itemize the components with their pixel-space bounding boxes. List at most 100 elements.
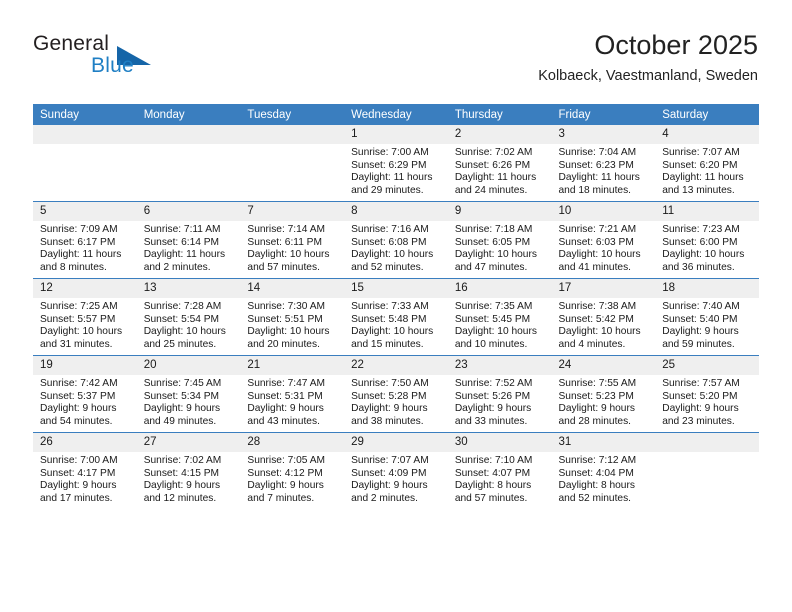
- cell-inner: 9 Sunrise: 7:18 AM Sunset: 6:05 PM Daylight…: [447, 202, 552, 278]
- day-details: Sunrise: 7:47 AM Sunset: 5:31 PM Daylight:…: [240, 375, 344, 428]
- day-details: Sunrise: 7:00 AM Sunset: 6:29 PM Daylight:…: [344, 144, 448, 197]
- calendar-cell-day[interactable]: 6 Sunrise: 7:11 AM Sunset: 6:14 PM Daylight…: [136, 201, 241, 279]
- sunset-text: Sunset: 6:00 PM: [662, 236, 738, 248]
- calendar-cell-day[interactable]: 8 Sunrise: 7:16 AM Sunset: 6:08 PM Daylight…: [344, 201, 448, 279]
- cell-inner: 26 Sunrise: 7:00 AM Sunset: 4:17 PM Dayligh…: [33, 433, 137, 509]
- cell-inner: 16 Sunrise: 7:35 AM Sunset: 5:45 PM Dayligh…: [447, 279, 552, 355]
- day-details: Sunrise: 7:55 AM Sunset: 5:23 PM Daylight:…: [552, 375, 656, 428]
- cell-inner: 1 Sunrise: 7:00 AM Sunset: 6:29 PM Daylight…: [344, 125, 448, 201]
- cell-inner: 4 Sunrise: 7:07 AM Sunset: 6:20 PM Daylight…: [655, 125, 759, 201]
- calendar-cell-day[interactable]: 26 Sunrise: 7:00 AM Sunset: 4:17 PM Dayligh…: [33, 433, 137, 510]
- sunset-text: Sunset: 5:51 PM: [247, 313, 323, 325]
- calendar-cell-day[interactable]: 18 Sunrise: 7:40 AM Sunset: 5:40 PM Dayligh…: [655, 278, 759, 356]
- sunrise-text: Sunrise: 7:21 AM: [558, 224, 637, 235]
- day-number: 25: [655, 356, 759, 375]
- sunset-text: Sunset: 5:48 PM: [351, 313, 427, 325]
- cell-inner: 29 Sunrise: 7:07 AM Sunset: 4:09 PM Dayligh…: [344, 433, 448, 509]
- calendar-cell-day[interactable]: 17 Sunrise: 7:38 AM Sunset: 5:42 PM Dayligh…: [551, 278, 656, 356]
- cell-inner: 22 Sunrise: 7:50 AM Sunset: 5:28 PM Dayligh…: [344, 356, 448, 432]
- daylight-text: Daylight: 9 hours and 28 minutes.: [558, 403, 635, 427]
- daylight-text: Daylight: 10 hours and 10 minutes.: [454, 326, 537, 350]
- day-number: 23: [447, 356, 552, 375]
- sunset-text: Sunset: 4:04 PM: [558, 467, 634, 479]
- daylight-text: Daylight: 10 hours and 4 minutes.: [558, 326, 641, 350]
- cell-inner: [136, 125, 241, 201]
- calendar-cell-day[interactable]: 11 Sunrise: 7:23 AM Sunset: 6:00 PM Dayligh…: [655, 201, 759, 279]
- weekday-header: Sunday Monday Tuesday Wednesday Thursday Frid…: [33, 104, 759, 125]
- day-details: Sunrise: 7:00 AM Sunset: 4:17 PM Daylight:…: [33, 452, 137, 505]
- sunrise-text: Sunrise: 7:07 AM: [351, 455, 429, 466]
- weekday-header-thursday: Thursday: [447, 104, 552, 125]
- day-details: Sunrise: 7:52 AM Sunset: 5:26 PM Daylight:…: [448, 375, 552, 428]
- calendar-cell-day[interactable]: 4 Sunrise: 7:07 AM Sunset: 6:20 PM Daylight…: [655, 125, 759, 202]
- calendar-cell-day[interactable]: 19 Sunrise: 7:42 AM Sunset: 5:37 PM Dayligh…: [33, 355, 137, 433]
- calendar-cell-day[interactable]: 7 Sunrise: 7:14 AM Sunset: 6:11 PM Daylight…: [240, 201, 345, 279]
- daylight-text: Daylight: 11 hours and 18 minutes.: [558, 172, 640, 196]
- day-details: Sunrise: 7:25 AM Sunset: 5:57 PM Daylight:…: [33, 298, 137, 351]
- day-details: Sunrise: 7:28 AM Sunset: 5:54 PM Daylight:…: [137, 298, 241, 351]
- sunset-text: Sunset: 5:45 PM: [454, 313, 531, 325]
- sunrise-text: Sunrise: 7:57 AM: [662, 378, 740, 389]
- day-number: [655, 433, 759, 452]
- calendar-cell-day[interactable]: 3 Sunrise: 7:04 AM Sunset: 6:23 PM Daylight…: [551, 125, 656, 202]
- calendar-cell-day[interactable]: 24 Sunrise: 7:55 AM Sunset: 5:23 PM Dayligh…: [551, 355, 656, 433]
- day-details: Sunrise: 7:42 AM Sunset: 5:37 PM Daylight:…: [33, 375, 137, 428]
- title-block: October 2025 Kolbaeck, Vaestmanland, Swe…: [538, 28, 758, 87]
- calendar-cell-day[interactable]: 13 Sunrise: 7:28 AM Sunset: 5:54 PM Dayligh…: [136, 278, 241, 356]
- calendar-cell-day[interactable]: 16 Sunrise: 7:35 AM Sunset: 5:45 PM Dayligh…: [447, 278, 552, 356]
- sunset-text: Sunset: 6:17 PM: [40, 236, 116, 248]
- day-number: 10: [551, 202, 656, 221]
- calendar-cell-day[interactable]: 1 Sunrise: 7:00 AM Sunset: 6:29 PM Daylight…: [344, 125, 448, 202]
- sunset-text: Sunset: 5:57 PM: [40, 313, 116, 325]
- day-number: [33, 125, 137, 144]
- calendar-cell-day[interactable]: 2 Sunrise: 7:02 AM Sunset: 6:26 PM Daylight…: [447, 125, 552, 202]
- day-number: [240, 125, 345, 144]
- cell-inner: 3 Sunrise: 7:04 AM Sunset: 6:23 PM Daylight…: [551, 125, 656, 201]
- calendar-cell-day[interactable]: 23 Sunrise: 7:52 AM Sunset: 5:26 PM Dayligh…: [447, 355, 552, 433]
- cell-inner: 15 Sunrise: 7:33 AM Sunset: 5:48 PM Dayligh…: [344, 279, 448, 355]
- sunrise-text: Sunrise: 7:42 AM: [40, 378, 118, 389]
- calendar-cell-day[interactable]: 28 Sunrise: 7:05 AM Sunset: 4:12 PM Dayligh…: [240, 433, 345, 510]
- calendar-cell-day[interactable]: 5 Sunrise: 7:09 AM Sunset: 6:17 PM Daylight…: [33, 201, 137, 279]
- calendar-cell-day[interactable]: 29 Sunrise: 7:07 AM Sunset: 4:09 PM Dayligh…: [344, 433, 448, 510]
- calendar-cell-day[interactable]: 20 Sunrise: 7:45 AM Sunset: 5:34 PM Dayligh…: [136, 355, 241, 433]
- cell-inner: 24 Sunrise: 7:55 AM Sunset: 5:23 PM Dayligh…: [551, 356, 656, 432]
- daylight-text: Daylight: 11 hours and 24 minutes.: [454, 172, 537, 196]
- calendar-cell-day[interactable]: 12 Sunrise: 7:25 AM Sunset: 5:57 PM Dayligh…: [33, 278, 137, 356]
- general-blue-logo[interactable]: General Blue: [33, 32, 213, 88]
- day-number: 5: [33, 202, 137, 221]
- calendar-week-row: 12 Sunrise: 7:25 AM Sunset: 5:57 PM Dayligh…: [33, 278, 759, 356]
- day-number: 28: [240, 433, 345, 452]
- calendar-cell-day[interactable]: 21 Sunrise: 7:47 AM Sunset: 5:31 PM Dayligh…: [240, 355, 345, 433]
- calendar-week-row: 5 Sunrise: 7:09 AM Sunset: 6:17 PM Daylight…: [33, 201, 759, 279]
- calendar-cell-day[interactable]: 14 Sunrise: 7:30 AM Sunset: 5:51 PM Dayligh…: [240, 278, 345, 356]
- day-number: 8: [344, 202, 448, 221]
- sunrise-text: Sunrise: 7:05 AM: [247, 455, 325, 466]
- logo-word-blue: Blue: [91, 54, 134, 77]
- weekday-header-monday: Monday: [136, 104, 241, 125]
- day-details: Sunrise: 7:04 AM Sunset: 6:23 PM Daylight:…: [552, 144, 656, 197]
- calendar-cell-day[interactable]: 25 Sunrise: 7:57 AM Sunset: 5:20 PM Dayligh…: [655, 355, 759, 433]
- calendar-cell-day[interactable]: 9 Sunrise: 7:18 AM Sunset: 6:05 PM Daylight…: [447, 201, 552, 279]
- sunset-text: Sunset: 6:29 PM: [351, 159, 427, 171]
- calendar-cell-day[interactable]: 15 Sunrise: 7:33 AM Sunset: 5:48 PM Dayligh…: [344, 278, 448, 356]
- calendar-week-row: 26 Sunrise: 7:00 AM Sunset: 4:17 PM Dayligh…: [33, 433, 759, 510]
- calendar-cell-day[interactable]: 22 Sunrise: 7:50 AM Sunset: 5:28 PM Dayligh…: [344, 355, 448, 433]
- calendar-cell-day[interactable]: 10 Sunrise: 7:21 AM Sunset: 6:03 PM Dayligh…: [551, 201, 656, 279]
- cell-inner: 12 Sunrise: 7:25 AM Sunset: 5:57 PM Dayligh…: [33, 279, 137, 355]
- day-details: Sunrise: 7:57 AM Sunset: 5:20 PM Daylight:…: [655, 375, 759, 428]
- day-number: 14: [240, 279, 345, 298]
- calendar-cell-empty: [136, 125, 241, 202]
- calendar-cell-day[interactable]: 30 Sunrise: 7:10 AM Sunset: 4:07 PM Dayligh…: [447, 433, 552, 510]
- day-number: 1: [344, 125, 448, 144]
- calendar-cell-day[interactable]: 31 Sunrise: 7:12 AM Sunset: 4:04 PM Dayligh…: [551, 433, 656, 510]
- day-number: 20: [136, 356, 241, 375]
- cell-inner: 11 Sunrise: 7:23 AM Sunset: 6:00 PM Dayligh…: [655, 202, 759, 278]
- sunset-text: Sunset: 6:05 PM: [454, 236, 531, 248]
- day-details: Sunrise: 7:45 AM Sunset: 5:34 PM Daylight:…: [137, 375, 241, 428]
- calendar-cell-day[interactable]: 27 Sunrise: 7:02 AM Sunset: 4:15 PM Dayligh…: [136, 433, 241, 510]
- cell-inner: 20 Sunrise: 7:45 AM Sunset: 5:34 PM Dayligh…: [136, 356, 241, 432]
- sunset-text: Sunset: 4:17 PM: [40, 467, 116, 479]
- sunset-text: Sunset: 5:40 PM: [662, 313, 738, 325]
- day-details: Sunrise: 7:11 AM Sunset: 6:14 PM Daylight:…: [137, 221, 241, 274]
